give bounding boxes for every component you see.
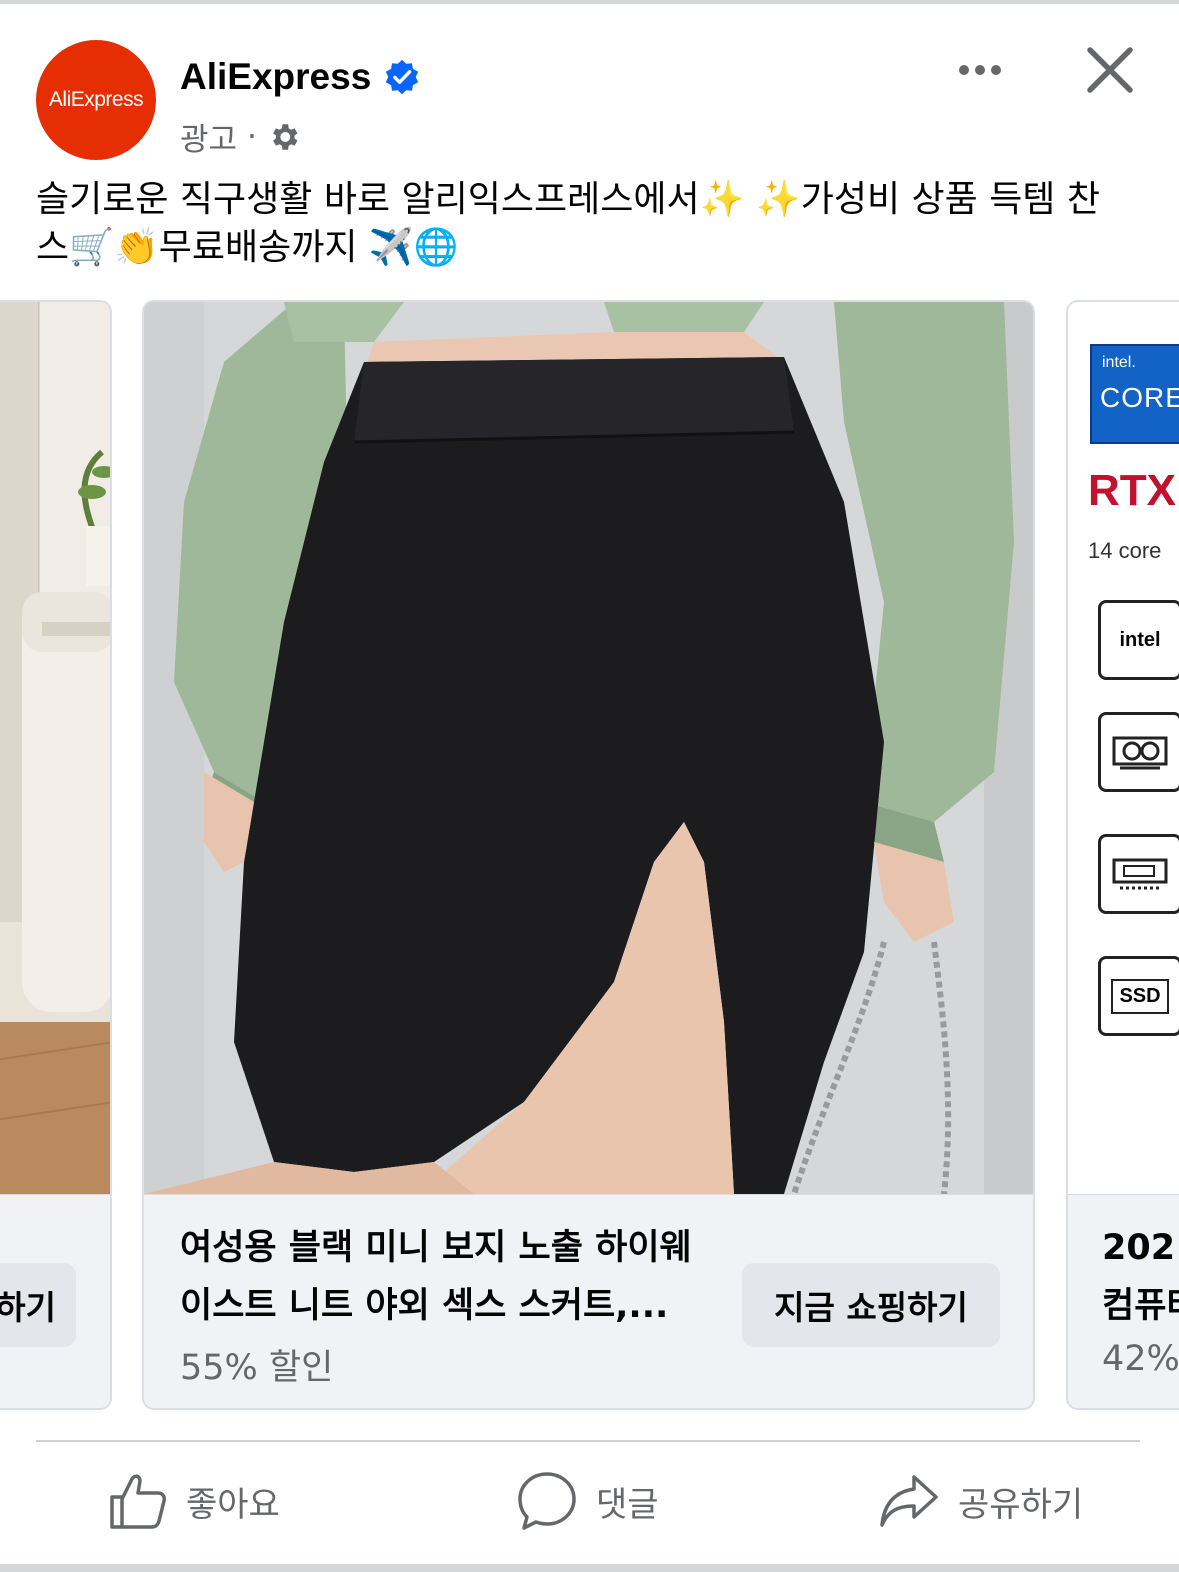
product-image-right[interactable]: intel. CORE RTX 14 core intel SSD [1068,302,1179,1194]
product-title-right-line-2: 컴퓨터 [1102,1286,1179,1326]
shop-now-label: 하기 [0,1288,56,1327]
sponsored-label[interactable]: 광고 [180,114,237,159]
product-title-line-1: 여성용 블랙 미니 보지 노출 하이웨 [180,1228,692,1268]
ssd-icon: SSD [1098,956,1179,1036]
gear-icon[interactable] [267,120,301,154]
share-button[interactable]: 공유하기 [878,1466,1083,1536]
caption-line-1: 슬기로운 직구생활 바로 알리익스프레스에서✨ ✨가성비 상품 득템 찬 [36,179,1100,220]
divider [36,1440,1140,1442]
page-name-label[interactable]: AliExpress [180,56,371,98]
carousel-card-left[interactable]: 하기 [0,300,112,1410]
core-text: CORE [1100,382,1179,413]
page-name[interactable]: AliExpress [180,56,421,98]
comment-bubble-icon [518,1472,576,1530]
caption-line-2: 스🛒👏무료배송까지 ✈️🌐 [36,227,459,268]
post-meta: 광고 · [180,114,301,159]
intel-logo-icon: intel [1098,600,1179,680]
more-dot-icon [959,65,969,75]
discount-label-right: 42% [1102,1339,1179,1379]
top-border [0,0,1179,4]
product-image-main[interactable] [144,302,1033,1194]
graphics-card-icon [1098,712,1179,792]
comment-label: 댓글 [596,1484,659,1525]
memory-icon [1098,834,1179,914]
card-footer-left: 하기 [0,1194,110,1408]
card-footer-main: 여성용 블랙 미니 보지 노출 하이웨 이스트 니트 야외 섹스 스커트,...… [144,1194,1033,1408]
carousel-card-main[interactable]: 여성용 블랙 미니 보지 노출 하이웨 이스트 니트 야외 섹스 스커트,...… [142,300,1035,1410]
more-dot-icon [975,65,985,75]
thumbs-up-icon [110,1474,166,1529]
like-button[interactable]: 좋아요 [108,1466,280,1536]
discount-label: 55% 할인 [180,1348,334,1388]
share-label: 공유하기 [958,1484,1084,1525]
meta-separator: · [247,118,257,155]
rtx-text: RTX [1088,466,1176,515]
product-image-left[interactable] [0,302,110,1194]
more-dot-icon [991,65,1001,75]
shop-now-button[interactable]: 하기 [0,1263,76,1347]
intel-core-badge: intel. CORE [1090,344,1179,444]
like-label: 좋아요 [186,1484,280,1525]
comment-button[interactable]: 댓글 [516,1466,659,1536]
share-arrow-icon [880,1475,938,1527]
product-title[interactable]: 여성용 블랙 미니 보지 노출 하이웨 이스트 니트 야외 섹스 스커트,... [180,1219,720,1335]
verified-badge-icon [386,59,419,95]
page-avatar[interactable]: AliExpress [36,40,156,160]
carousel-card-right[interactable]: intel. CORE RTX 14 core intel SSD 202 컴퓨… [1066,300,1179,1410]
bottom-border [0,1564,1179,1572]
close-icon[interactable] [1080,40,1140,100]
intel-small-text: intel. [1102,354,1136,371]
more-options-button[interactable] [950,50,1010,90]
card-footer-right: 202 컴퓨터 42% [1068,1194,1179,1408]
product-title-right[interactable]: 202 컴퓨터 [1102,1219,1179,1335]
shop-now-button[interactable]: 지금 쇼핑하기 [742,1263,1000,1347]
cores-text: 14 core [1088,538,1162,563]
product-title-right-line-1: 202 [1102,1228,1176,1268]
product-title-line-2: 이스트 니트 야외 섹스 스커트,... [180,1286,669,1326]
avatar-logo-text: AliExpress [48,88,144,111]
post-caption: 슬기로운 직구생활 바로 알리익스프레스에서✨ ✨가성비 상품 득템 찬 스🛒👏… [36,176,1146,272]
